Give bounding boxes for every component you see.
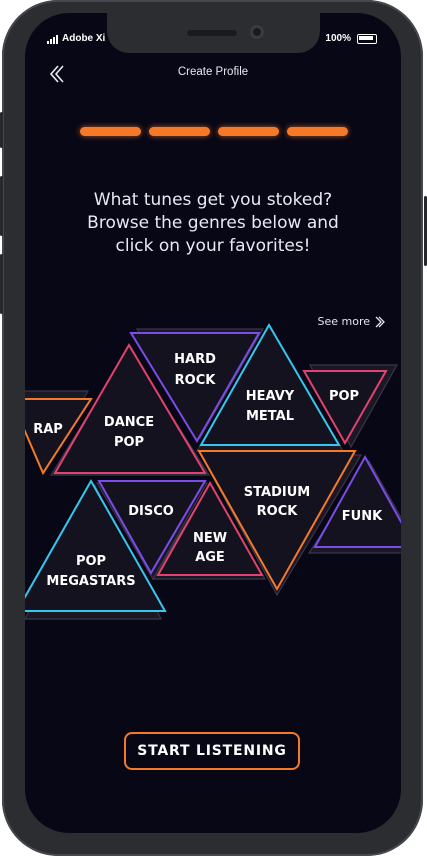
genre-label: ROCK: [175, 373, 217, 388]
phone-side-button: [0, 112, 3, 148]
phone-side-button: [0, 254, 3, 314]
genre-label: POP: [114, 435, 144, 450]
genre-label: POP: [76, 554, 106, 569]
phone-notch: [107, 13, 320, 53]
speaker-grille: [187, 30, 237, 36]
camera-icon: [250, 25, 264, 39]
start-listening-button[interactable]: START LISTENING: [124, 732, 300, 770]
genre-grid: RAP HARD ROCK DANCE POP HEAVY METAL POP: [25, 322, 401, 620]
genre-label: METAL: [246, 409, 294, 424]
genre-label: MEGASTARS: [46, 574, 135, 589]
phone-side-button: [0, 176, 3, 236]
genre-label: POP: [329, 389, 359, 404]
genre-label: STADIUM: [244, 485, 310, 500]
genre-label: FUNK: [342, 509, 383, 524]
genre-label: RAP: [33, 422, 63, 437]
genre-label: ROCK: [257, 504, 299, 519]
genre-label: HARD: [174, 352, 216, 367]
genre-label: HEAVY: [246, 389, 295, 404]
genre-label: DISCO: [128, 504, 174, 519]
app-screen: Adobe Xi 100% Create Profile What tunes …: [25, 13, 401, 833]
genre-label: DANCE: [104, 415, 154, 430]
genre-label: AGE: [195, 550, 225, 565]
genre-label: NEW: [193, 531, 227, 546]
